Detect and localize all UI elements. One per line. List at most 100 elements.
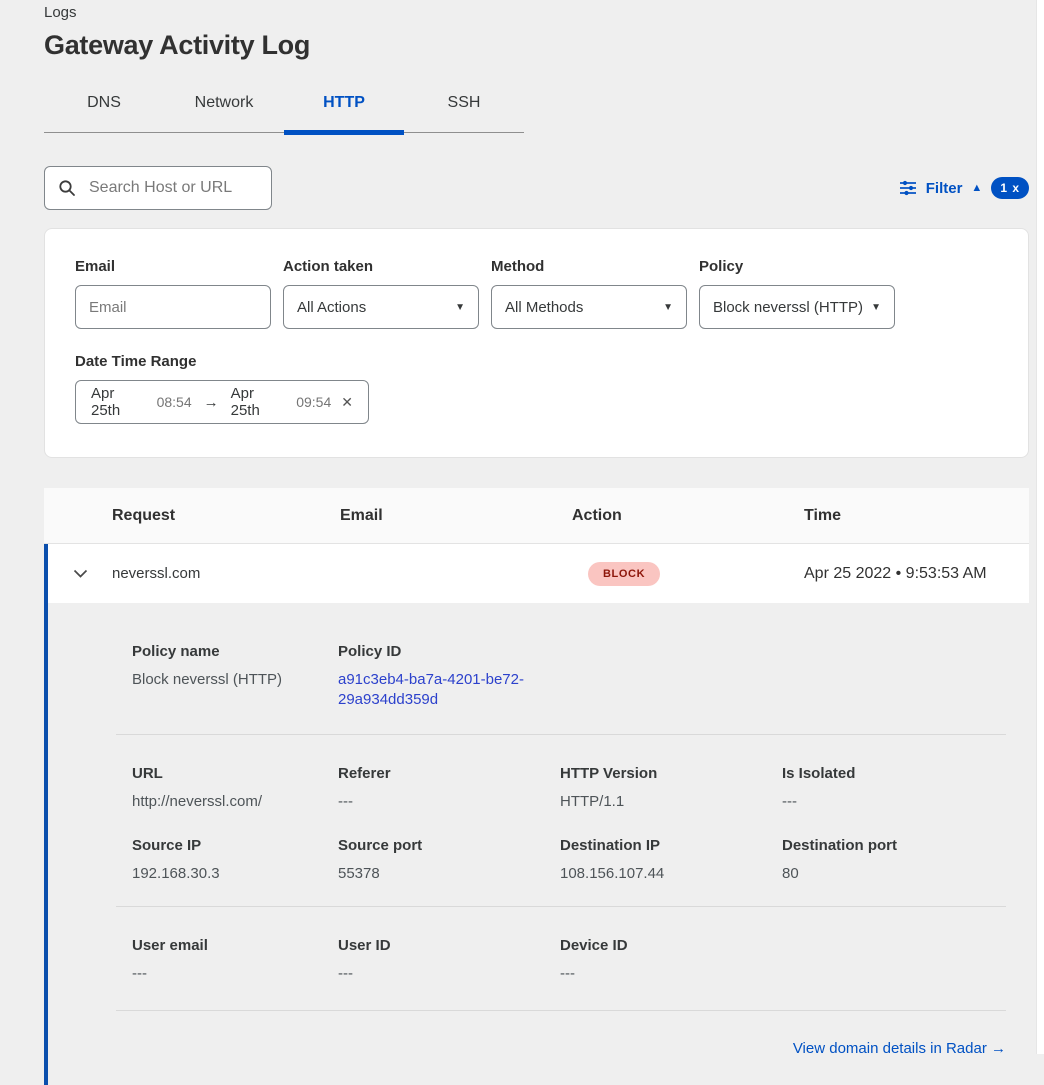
source-port-label: Source port: [338, 837, 540, 854]
action-taken-filter-label: Action taken: [283, 258, 479, 275]
caret-down-icon: ▼: [455, 302, 465, 313]
method-select[interactable]: All Methods ▼: [491, 285, 687, 329]
is-isolated-value: ---: [782, 792, 986, 812]
destination-ip-field: Destination IP 108.156.107.44: [560, 837, 782, 884]
filter-field-action-taken: Action taken All Actions ▼: [283, 258, 479, 329]
search-icon: [58, 179, 76, 197]
gateway-activity-log-page: Logs Gateway Activity Log DNS Network HT…: [0, 0, 1044, 1085]
source-ip-value: 192.168.30.3: [132, 864, 318, 884]
destination-port-label: Destination port: [782, 837, 986, 854]
http-section: URL http://neverssl.com/ Referer --- HTT…: [132, 735, 1006, 908]
search-input[interactable]: [87, 178, 258, 198]
filter-label: Filter: [926, 180, 963, 197]
email-filter-input[interactable]: [75, 285, 271, 329]
scrollbar-track[interactable]: [1036, 0, 1044, 1054]
source-port-field: Source port 55378: [338, 837, 560, 884]
arrow-right-icon: →: [202, 394, 221, 411]
destination-port-field: Destination port 80: [782, 837, 1006, 884]
request-column-header: Request: [112, 507, 340, 525]
url-value: http://neverssl.com/: [132, 792, 318, 812]
referer-field: Referer ---: [338, 765, 560, 812]
http-version-label: HTTP Version: [560, 765, 762, 782]
user-id-label: User ID: [338, 937, 540, 954]
device-id-value: ---: [560, 964, 762, 984]
destination-ip-label: Destination IP: [560, 837, 762, 854]
row-action-cell: BLOCK: [572, 562, 804, 586]
filter-field-email: Email: [75, 258, 271, 329]
referer-label: Referer: [338, 765, 540, 782]
url-label: URL: [132, 765, 318, 782]
view-domain-in-radar-link[interactable]: View domain details in Radar →: [793, 1040, 1006, 1057]
row-time: Apr 25 2022 • 9:53:53 AM: [804, 565, 1029, 583]
filter-count-badge[interactable]: 1 x: [991, 177, 1029, 199]
policy-select[interactable]: Block neverssl (HTTP) ▼: [699, 285, 895, 329]
action-column-header: Action: [572, 507, 804, 525]
destination-ip-value: 108.156.107.44: [560, 864, 762, 884]
table-row[interactable]: neverssl.com BLOCK Apr 25 2022 • 9:53:53…: [44, 544, 1029, 603]
policy-selected-value: Block neverssl (HTTP): [713, 299, 863, 316]
log-type-tabs: DNS Network HTTP SSH: [44, 88, 524, 133]
tab-network[interactable]: Network: [164, 88, 284, 132]
action-taken-select[interactable]: All Actions ▼: [283, 285, 479, 329]
action-taken-selected-value: All Actions: [297, 299, 366, 316]
referer-value: ---: [338, 792, 540, 812]
policy-filter-label: Policy: [699, 258, 895, 275]
device-id-field: Device ID ---: [560, 937, 782, 984]
page-title: Gateway Activity Log: [44, 30, 1029, 61]
filter-field-policy: Policy Block neverssl (HTTP) ▼: [699, 258, 895, 329]
filter-field-method: Method All Methods ▼: [491, 258, 687, 329]
url-field: URL http://neverssl.com/: [132, 765, 338, 812]
breadcrumb[interactable]: Logs: [44, 0, 1029, 21]
user-id-value: ---: [338, 964, 540, 984]
range-end-date[interactable]: Apr 25th: [231, 385, 287, 419]
search-box[interactable]: [44, 166, 272, 210]
row-expand-toggle[interactable]: [48, 569, 112, 578]
range-end-time[interactable]: 09:54: [296, 394, 331, 410]
tab-ssh[interactable]: SSH: [404, 88, 524, 132]
date-range-picker[interactable]: Apr 25th 08:54 → Apr 25th 09:54 ✕: [75, 380, 369, 424]
toolbar: Filter ▲ 1 x: [44, 166, 1029, 210]
is-isolated-field: Is Isolated ---: [782, 765, 1006, 812]
policy-id-label: Policy ID: [338, 643, 540, 660]
policy-section: Policy name Block neverssl (HTTP) Policy…: [132, 603, 1006, 735]
radar-link-row: View domain details in Radar →: [132, 1040, 1006, 1058]
device-id-label: Device ID: [560, 937, 762, 954]
filter-sliders-icon: [899, 179, 917, 197]
policy-name-value: Block neverssl (HTTP): [132, 670, 318, 690]
source-port-value: 55378: [338, 864, 540, 884]
user-email-label: User email: [132, 937, 318, 954]
range-start-date[interactable]: Apr 25th: [91, 385, 147, 419]
policy-id-field: Policy ID a91c3eb4-ba7a-4201-be72-29a934…: [338, 643, 560, 711]
source-ip-field: Source IP 192.168.30.3: [132, 837, 338, 884]
policy-id-link[interactable]: a91c3eb4-ba7a-4201-be72-29a934dd359d: [338, 670, 540, 711]
user-email-value: ---: [132, 964, 318, 984]
tab-http[interactable]: HTTP: [284, 88, 404, 132]
range-start-time[interactable]: 08:54: [157, 394, 192, 410]
email-filter-label: Email: [75, 258, 271, 275]
policy-name-label: Policy name: [132, 643, 318, 660]
clear-date-range-icon[interactable]: ✕: [341, 394, 353, 411]
is-isolated-label: Is Isolated: [782, 765, 986, 782]
activity-log-table: Request Email Action Time neverssl.com B…: [44, 488, 1029, 1085]
expanded-row-details: Policy name Block neverssl (HTTP) Policy…: [44, 603, 1029, 1085]
tab-dns[interactable]: DNS: [44, 88, 164, 132]
chevron-down-icon: [73, 569, 88, 578]
user-id-field: User ID ---: [338, 937, 560, 984]
row-request-host[interactable]: neverssl.com: [112, 565, 340, 582]
http-version-field: HTTP Version HTTP/1.1: [560, 765, 782, 812]
caret-down-icon: ▼: [871, 302, 881, 313]
user-section: User email --- User ID --- Device ID ---: [132, 907, 1006, 1011]
table-header: Request Email Action Time: [44, 488, 1029, 544]
method-filter-label: Method: [491, 258, 687, 275]
caret-down-icon: ▼: [663, 302, 673, 313]
filter-toggle[interactable]: Filter ▲ 1 x: [899, 177, 1029, 199]
policy-name-field: Policy name Block neverssl (HTTP): [132, 643, 338, 711]
section-divider: [116, 1010, 1006, 1011]
http-version-value: HTTP/1.1: [560, 792, 762, 812]
user-email-field: User email ---: [132, 937, 338, 984]
time-column-header: Time: [804, 507, 1029, 525]
destination-port-value: 80: [782, 864, 986, 884]
caret-up-icon: ▲: [971, 182, 982, 194]
filter-panel: Email Action taken All Actions ▼ Method …: [44, 228, 1029, 458]
block-status-badge: BLOCK: [588, 562, 660, 586]
